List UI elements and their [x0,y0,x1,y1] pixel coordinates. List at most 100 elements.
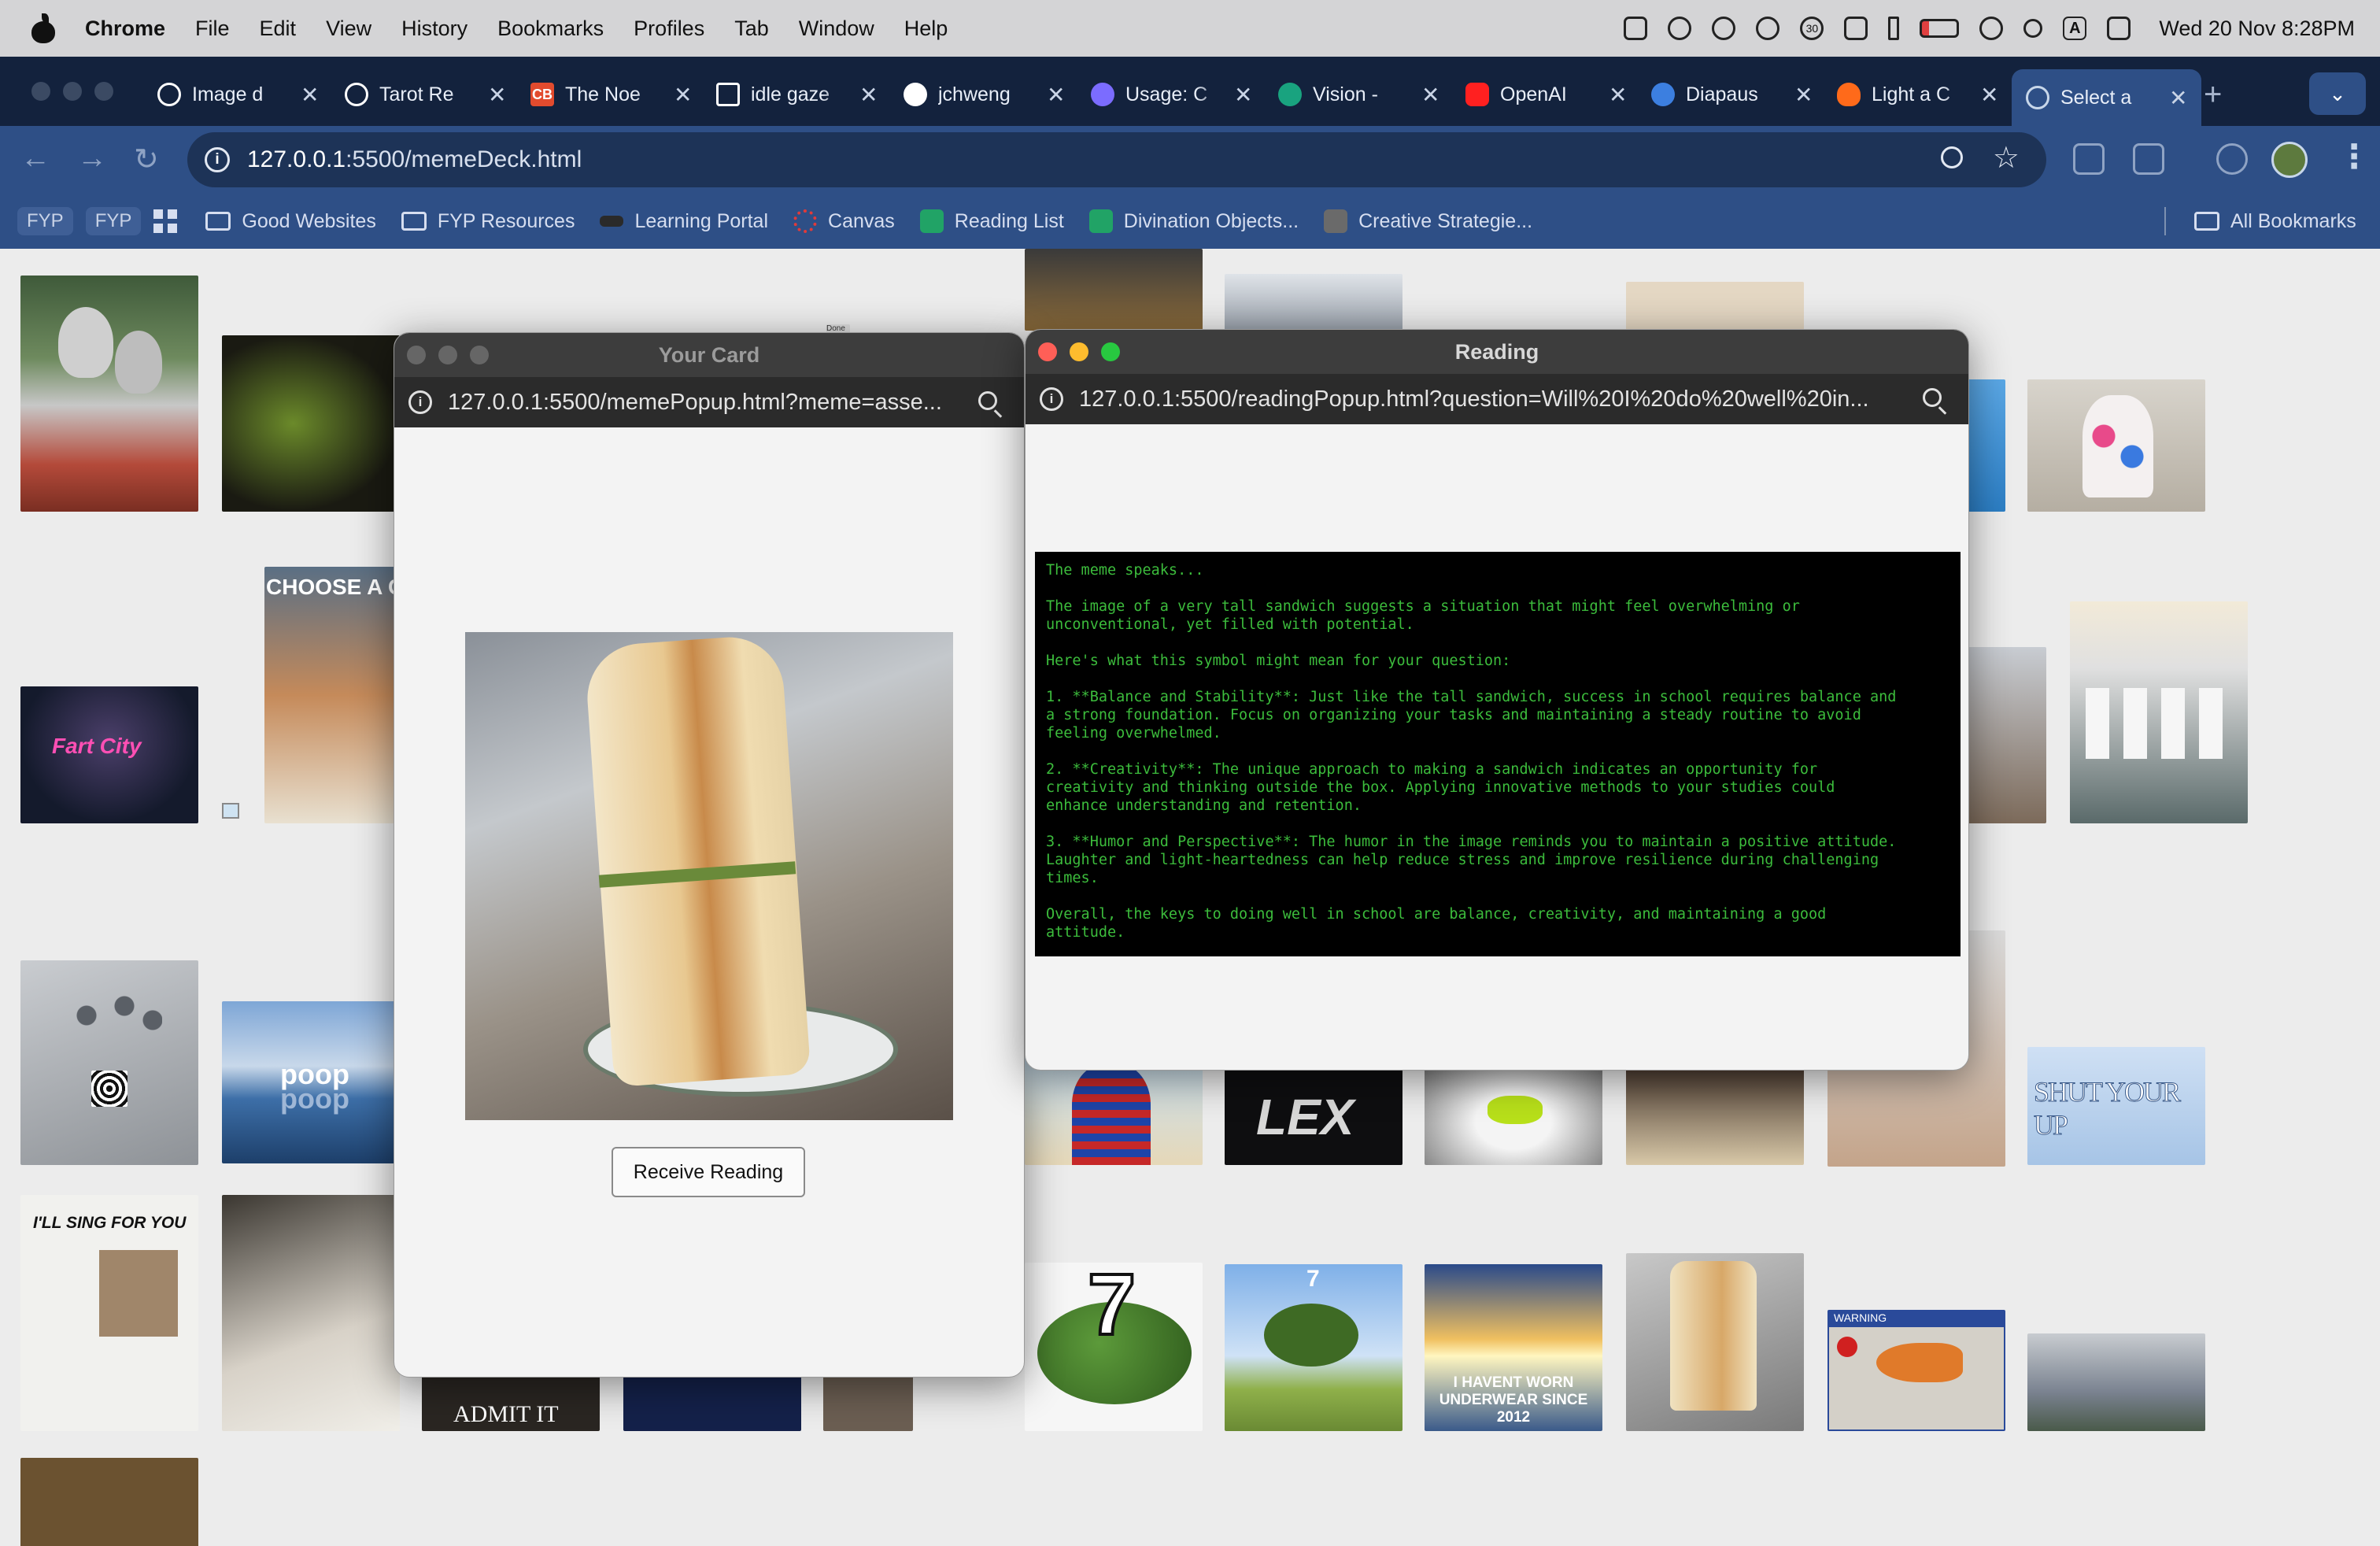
tab-search-chevron-icon[interactable]: ⌄ [2309,72,2366,115]
globe-status-icon[interactable] [1756,17,1780,40]
meme-card[interactable]: I'LL SING FOR YOU [20,1195,198,1431]
minimize-window-button[interactable] [1070,342,1088,361]
minimize-window-button[interactable] [63,82,82,101]
meme-card[interactable] [222,1195,400,1431]
bookmark-creative-strategies[interactable]: Creative Strategie... [1324,209,1532,233]
reading-address-bar[interactable]: i 127.0.0.1:5500/readingPopup.html?quest… [1026,374,1968,424]
close-tab-icon[interactable]: ✕ [301,82,319,108]
menu-history[interactable]: History [401,17,468,41]
meme-card[interactable] [1626,1056,1804,1165]
all-bookmarks[interactable]: All Bookmarks [2194,210,2356,233]
close-window-button[interactable] [407,346,426,364]
address-url[interactable]: 127.0.0.1:5500/memeDeck.html [247,146,582,173]
bookmark-learning-portal[interactable]: Learning Portal [600,210,768,233]
drive-icon[interactable] [1624,17,1648,40]
meme-card[interactable] [20,276,198,512]
reading-url[interactable]: 127.0.0.1:5500/readingPopup.html?questio… [1079,386,1869,412]
close-tab-icon[interactable]: ✕ [1794,82,1813,108]
spotlight-search-icon[interactable] [2023,19,2043,38]
tab-light-a-c[interactable]: Light a C ✕ [1837,69,1998,120]
meme-card[interactable]: LEX [1225,1056,1402,1165]
control-center-icon[interactable] [2107,17,2131,40]
menu-view[interactable]: View [326,17,371,41]
menu-profiles[interactable]: Profiles [634,17,704,41]
bookmark-divination-objects[interactable]: Divination Objects... [1088,209,1299,233]
bluetooth-icon[interactable] [1888,17,1900,40]
close-window-button[interactable] [31,82,50,101]
tab-idle-gaze[interactable]: idle gaze ✕ [716,69,878,120]
zoom-magnifier-icon[interactable] [978,391,997,410]
close-tab-icon[interactable]: ✕ [1609,82,1627,108]
bookmark-canvas[interactable]: Canvas [793,209,895,233]
tab-usage[interactable]: Usage: C ✕ [1091,69,1252,120]
zoom-magnifier-icon[interactable] [1941,146,1963,168]
close-tab-icon[interactable]: ✕ [1047,82,1065,108]
extensions-puzzle-icon[interactable] [2133,143,2164,175]
menu-window[interactable]: Window [799,17,874,41]
meme-card[interactable] [222,335,400,512]
bookmark-star-icon[interactable]: ☆ [1993,140,2020,176]
close-window-button[interactable] [1038,342,1057,361]
menu-app-name[interactable]: Chrome [85,17,165,41]
screen-mirror-icon[interactable] [1979,17,2004,40]
zoom-window-button[interactable] [470,346,489,364]
meme-card[interactable] [1025,249,1203,331]
meme-card[interactable]: I HAVENT WORN UNDERWEAR SINCE 2012 [1425,1264,1602,1431]
close-tab-icon[interactable]: ✕ [488,82,506,108]
minimize-window-button[interactable] [438,346,457,364]
profile-avatar[interactable] [2271,142,2308,178]
vpn-icon[interactable] [1844,17,1868,40]
new-tab-plus-icon[interactable]: + [2204,77,2222,113]
tab-image-d[interactable]: Image d ✕ [157,69,319,120]
card-address-bar[interactable]: i 127.0.0.1:5500/memePopup.html?meme=ass… [394,377,1024,427]
apple-icon[interactable] [30,13,57,43]
meme-card[interactable]: Fart City [20,686,198,823]
meme-card[interactable] [1025,1056,1203,1165]
tab-github[interactable]: jchweng ✕ [904,69,1065,120]
close-tab-icon[interactable]: ✕ [1980,82,1998,108]
calendar-status-icon[interactable]: 30 [1800,17,1824,40]
creative-cloud-icon[interactable] [1712,17,1736,40]
site-info-icon[interactable]: i [205,147,230,172]
menubar-clock[interactable]: Wed 20 Nov 8:28PM [2159,17,2355,41]
address-bar[interactable]: i 127.0.0.1:5500/memeDeck.html ☆ [187,132,2046,187]
tab-select-a-active[interactable]: Select a ✕ [2012,69,2202,126]
menu-file[interactable]: File [195,17,230,41]
zoom-window-button[interactable] [94,82,113,101]
site-info-icon[interactable]: i [1040,387,1063,411]
menu-bookmarks[interactable]: Bookmarks [497,17,604,41]
meme-card[interactable]: 7 [1025,1263,1203,1431]
zoom-window-button[interactable] [1101,342,1120,361]
meme-card[interactable] [2027,1333,2205,1431]
bookmark-fyp-resources[interactable]: FYP Resources [401,210,575,233]
meme-card[interactable]: WARNING [1828,1310,2005,1431]
meme-card[interactable] [1626,1253,1804,1431]
meme-card[interactable]: SHUT YOUR UP [2027,1047,2205,1165]
tab-diapaus[interactable]: Diapaus ✕ [1651,69,1813,120]
performance-icon[interactable] [2216,143,2248,175]
bookmark-good-websites[interactable]: Good Websites [205,210,376,233]
forward-arrow-icon[interactable]: → [77,142,107,176]
meme-card[interactable] [1626,282,1804,331]
fyp-profile-pill[interactable]: FYP [85,207,142,235]
card-url[interactable]: 127.0.0.1:5500/memePopup.html?meme=asse.… [448,390,942,416]
menu-help[interactable]: Help [904,17,948,41]
close-tab-icon[interactable]: ✕ [674,82,692,108]
receive-reading-button[interactable]: Receive Reading [612,1147,805,1197]
zoom-magnifier-icon[interactable] [1923,388,1942,407]
close-tab-icon[interactable]: ✕ [2169,85,2187,111]
meme-card[interactable] [2027,379,2205,512]
more-menu-icon[interactable]: ⋮ [2338,137,2371,176]
meme-card[interactable] [1225,274,1402,331]
meme-card[interactable] [1968,379,2005,512]
menu-edit[interactable]: Edit [260,17,297,41]
meme-card[interactable]: poop boob [222,1001,400,1163]
site-info-icon[interactable]: i [408,390,432,414]
tab-vision[interactable]: Vision - ✕ [1278,69,1439,120]
meme-card[interactable]: CHOOSE A C [264,567,400,823]
fyp-profile-pill[interactable]: FYP [17,207,73,235]
meme-card[interactable] [1425,1056,1602,1165]
meme-card[interactable] [20,1458,198,1546]
apps-grid-icon[interactable] [153,209,178,233]
reading-mode-icon[interactable] [2073,143,2105,175]
